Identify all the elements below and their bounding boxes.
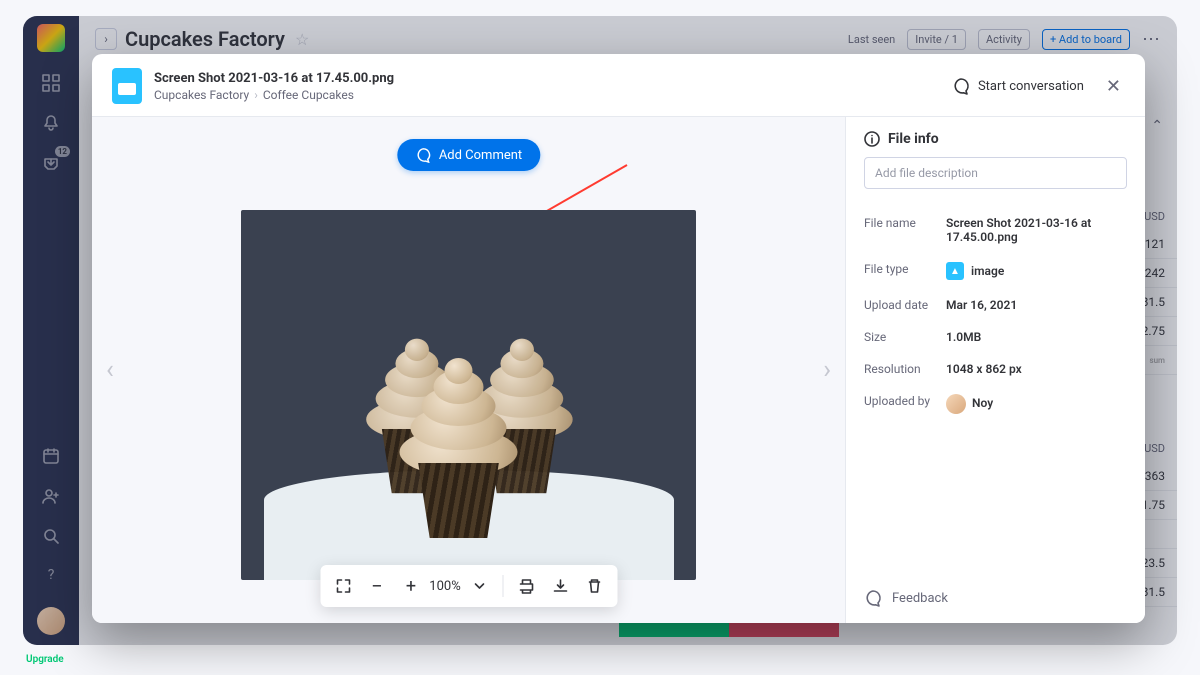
bell-icon[interactable] <box>42 114 60 132</box>
person-add-icon[interactable] <box>42 487 60 505</box>
file-info-title: File info <box>888 131 939 147</box>
delete-button[interactable] <box>579 571 609 601</box>
more-icon[interactable]: ⋯ <box>1142 29 1161 50</box>
info-icon <box>864 131 880 147</box>
add-to-board-button[interactable]: + Add to board <box>1042 29 1130 50</box>
meta-key: Resolution <box>864 362 946 376</box>
meta-value: Noy <box>946 394 1127 414</box>
file-info-panel: File info Add file description File name… <box>845 117 1145 623</box>
help-icon[interactable]: ? <box>42 567 60 585</box>
meta-key: File type <box>864 262 946 280</box>
uploader-avatar <box>946 394 966 414</box>
meta-key: Uploaded by <box>864 394 946 414</box>
download-button[interactable] <box>545 571 575 601</box>
zoom-level[interactable]: 100% <box>430 571 460 601</box>
meta-value: 1.0MB <box>946 330 1127 344</box>
prev-button[interactable]: ‹ <box>98 347 122 393</box>
meta-key: File name <box>864 216 946 244</box>
file-name: Screen Shot 2021-03-16 at 17.45.00.png <box>154 71 394 86</box>
meta-key: Upload date <box>864 298 946 312</box>
last-seen-label: Last seen <box>848 33 895 46</box>
start-conversation-button[interactable]: Start conversation <box>952 77 1084 95</box>
left-nav: 12 ? <box>23 16 79 645</box>
viewer-toolbar: − + 100% <box>320 565 617 607</box>
upgrade-link[interactable]: Upgrade <box>26 654 64 665</box>
meta-value: 1048 x 862 px <box>946 362 1127 376</box>
grid-icon[interactable] <box>42 74 60 92</box>
breadcrumb[interactable]: Cupcakes Factory›Coffee Cupcakes <box>154 88 394 102</box>
print-button[interactable] <box>511 571 541 601</box>
activity-button[interactable]: Activity <box>978 29 1030 50</box>
fullscreen-icon[interactable] <box>328 571 358 601</box>
collapse-icon[interactable]: ⌃ <box>1151 118 1163 134</box>
meta-key: Size <box>864 330 946 344</box>
file-type-icon: ▲ <box>112 68 142 104</box>
search-icon[interactable] <box>42 527 60 545</box>
file-viewer-modal: ▲ Screen Shot 2021-03-16 at 17.45.00.png… <box>92 54 1145 623</box>
calendar-icon[interactable] <box>42 447 60 465</box>
next-button[interactable]: › <box>815 347 839 393</box>
inbox-icon[interactable]: 12 <box>42 154 60 172</box>
add-comment-button[interactable]: Add Comment <box>397 139 540 171</box>
file-description-input[interactable]: Add file description <box>864 157 1127 189</box>
meta-value: Screen Shot 2021-03-16 at 17.45.00.png <box>946 216 1127 244</box>
invite-button[interactable]: Invite / 1 <box>907 29 966 50</box>
modal-header: ▲ Screen Shot 2021-03-16 at 17.45.00.png… <box>92 54 1145 116</box>
chevron-down-icon <box>473 580 485 592</box>
feedback-button[interactable]: Feedback <box>846 573 1145 623</box>
chat-icon <box>864 589 882 607</box>
meta-value: Mar 16, 2021 <box>946 298 1127 312</box>
collapse-panel-button[interactable]: › <box>95 28 117 50</box>
comment-icon <box>415 147 431 163</box>
image-preview[interactable] <box>241 210 696 580</box>
image-type-icon: ▲ <box>946 262 964 280</box>
star-icon[interactable]: ☆ <box>295 30 309 49</box>
app-logo <box>37 24 65 52</box>
profile-avatar[interactable] <box>37 607 65 635</box>
zoom-dropdown[interactable] <box>464 571 494 601</box>
meta-value: ▲image <box>946 262 1127 280</box>
image-viewer: Add Comment ‹ › − + 100% <box>92 117 845 623</box>
chat-icon <box>952 77 970 95</box>
zoom-in-button[interactable]: + <box>396 571 426 601</box>
close-button[interactable]: ✕ <box>1102 72 1125 101</box>
board-title: Cupcakes Factory <box>125 27 285 51</box>
zoom-out-button[interactable]: − <box>362 571 392 601</box>
